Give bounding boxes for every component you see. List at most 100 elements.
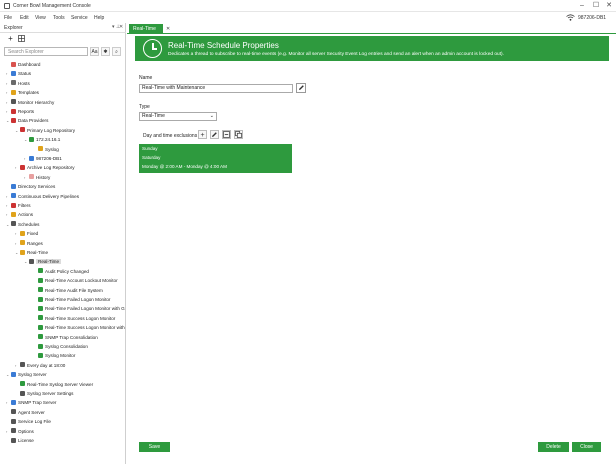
copy-exclusion-button[interactable] (234, 130, 243, 139)
grid-icon[interactable] (17, 35, 26, 44)
tree-item[interactable]: › Options (6, 427, 34, 436)
tree-item[interactable]: Real-Time Failed Logon Monitor (33, 295, 110, 304)
banner-title: Real-Time Schedule Properties (168, 41, 279, 50)
search-icon[interactable]: ⌕ (112, 47, 121, 56)
tree-item[interactable]: › Reports (6, 107, 34, 116)
tree-item[interactable]: Directory Services (6, 182, 55, 191)
tree-item-icon (20, 381, 25, 387)
tree-item-icon (11, 193, 16, 199)
menu-help[interactable]: Help (94, 15, 104, 21)
tree-item[interactable]: Real-Time Success Logon Monitor (33, 314, 115, 323)
tree-item[interactable]: ⌄ Real-Time (24, 257, 62, 266)
tree-item-icon (29, 136, 34, 142)
edit-name-button[interactable] (296, 83, 306, 93)
tree-item[interactable]: ⌄ Real-Time (15, 248, 48, 257)
tree-item-label: Hosts (18, 80, 30, 86)
tree-item[interactable]: Agent Server (6, 408, 45, 417)
tree-item[interactable]: Syslog Monitor (33, 351, 75, 360)
tree-item[interactable]: › Every day at 18:00 (15, 361, 65, 370)
add-icon[interactable]: + (6, 35, 15, 44)
remove-exclusion-button[interactable] (222, 130, 231, 139)
exclusion-item[interactable]: Sunday (142, 146, 158, 151)
menu-view[interactable]: View (35, 15, 46, 21)
tree-item-icon (11, 108, 16, 114)
tree-item[interactable]: › Hosts (6, 79, 30, 88)
tree-item[interactable]: › History (24, 173, 50, 182)
delete-button[interactable]: Delete (538, 442, 569, 452)
tree-item[interactable]: ⌄ 172.24.16.1 (24, 135, 60, 144)
tree-item[interactable]: Syslog Consolidation (33, 342, 88, 351)
tree-item[interactable]: ⌄ Data Providers (6, 116, 48, 125)
minimize-button[interactable]: – (577, 1, 587, 11)
tree-item-icon (11, 211, 16, 217)
tree-item-label: History (36, 174, 51, 180)
tree-item-icon (20, 390, 25, 396)
exclusion-item[interactable]: Monday @ 2:00 AM - Monday @ 4:00 AM (142, 164, 227, 169)
tree-item-icon (38, 296, 43, 302)
tree-item-label: Data Providers (18, 118, 49, 124)
tree-item[interactable]: License (6, 436, 34, 445)
type-select[interactable]: Real-Time ⌄ (139, 112, 217, 121)
tab-close-icon[interactable]: ✕ (166, 24, 170, 34)
tree-item[interactable]: › Continuous Delivery Pipelines (6, 192, 79, 201)
tree-item-label: 172.24.16.1 (36, 137, 61, 143)
tree-item-icon (20, 127, 25, 133)
exclusions-label: Day and time exclusions (143, 133, 198, 139)
tree-item-label: Syslog Server Settings (27, 391, 74, 396)
tree-item[interactable]: SNMP Trap Consolidation (33, 333, 98, 342)
close-icon[interactable]: ✕ (119, 24, 123, 30)
tree-item[interactable]: › Actions (6, 210, 33, 219)
tree-item[interactable]: ⌄ Syslog Server (6, 370, 47, 379)
match-case-icon[interactable]: Aa (90, 47, 99, 56)
search-input[interactable]: Search Explorer (4, 47, 88, 56)
tree-item-icon (11, 183, 16, 189)
tree-item[interactable]: ⌄ Schedules (6, 220, 39, 229)
close-window-button[interactable]: ✕ (604, 1, 614, 11)
edit-exclusion-button[interactable] (210, 130, 219, 139)
save-button[interactable]: Save (139, 442, 170, 452)
tree-item[interactable]: › Ranges (15, 239, 43, 248)
tree-item[interactable]: Audit Policy Changed (33, 267, 89, 276)
tree-item[interactable]: › Archive Log Repository (15, 163, 75, 172)
tree-item-label: Continuous Delivery Pipelines (18, 193, 80, 199)
wildcard-icon[interactable]: ✱ (101, 47, 110, 56)
tree-item[interactable]: › SNMP Trap Server (6, 398, 56, 407)
clock-icon (143, 39, 162, 58)
tree-item[interactable]: › Monitor Hierarchy (6, 98, 54, 107)
tree-item[interactable]: Syslog (33, 145, 59, 154)
menu-tools[interactable]: Tools (53, 15, 65, 21)
tree-item[interactable]: Real-Time Audit File System (33, 286, 103, 295)
tree-item[interactable]: › Status (6, 69, 31, 78)
menu-edit[interactable]: Edit (20, 15, 29, 21)
exclusions-list[interactable]: Sunday Saturday Monday @ 2:00 AM - Monda… (139, 144, 292, 173)
banner-description: Dedicates a thread to subscribe to real-… (168, 52, 504, 57)
tree-item[interactable]: Real-Time Failed Logon Monitor with G (33, 304, 125, 313)
tree-item[interactable]: › 987206-DB1 (24, 154, 62, 163)
add-exclusion-button[interactable]: + (198, 130, 207, 139)
tree-item[interactable]: Real-Time Syslog Server Viewer (15, 380, 93, 389)
maximize-button[interactable]: ☐ (591, 1, 601, 11)
tree-item-label: Reports (18, 109, 35, 114)
tree-item[interactable]: Dashboard (6, 60, 40, 69)
menu-service[interactable]: Service (71, 15, 88, 21)
tree-item-icon (11, 399, 16, 405)
tree-item[interactable]: Real-Time Account Lockout Monitor (33, 276, 118, 285)
tree-item-label: Agent Server (18, 409, 45, 415)
tree-item[interactable]: › Fixed (15, 229, 38, 238)
tree-item[interactable]: Real-Time Success Logon Monitor with (33, 323, 125, 332)
tree-item-label: Actions (18, 212, 34, 218)
name-field[interactable]: Real-Time with Maintenance (139, 84, 293, 93)
close-button[interactable]: Close (572, 442, 601, 452)
tree-item[interactable]: › Templates (6, 88, 39, 97)
tree-item-label: Real-Time Failed Logon Monitor (45, 297, 111, 302)
tree-item[interactable]: ⌄ Primary Log Repository (15, 126, 75, 135)
tree-item[interactable]: Service Log File (6, 417, 51, 426)
tree-item[interactable]: › Filters (6, 201, 31, 210)
chevron-down-icon: ⌄ (209, 113, 214, 119)
tab-real-time[interactable]: Real-Time (129, 24, 163, 34)
exclusion-item[interactable]: Saturday (142, 155, 160, 160)
tree-item-label: Service Log File (18, 419, 51, 425)
explorer-panel: Explorer ▾ ⊥ ✕ + Search Explorer Aa ✱ ⌕ … (0, 23, 126, 464)
tree-item[interactable]: Syslog Server Settings (15, 389, 73, 398)
menu-file[interactable]: File (4, 15, 12, 21)
